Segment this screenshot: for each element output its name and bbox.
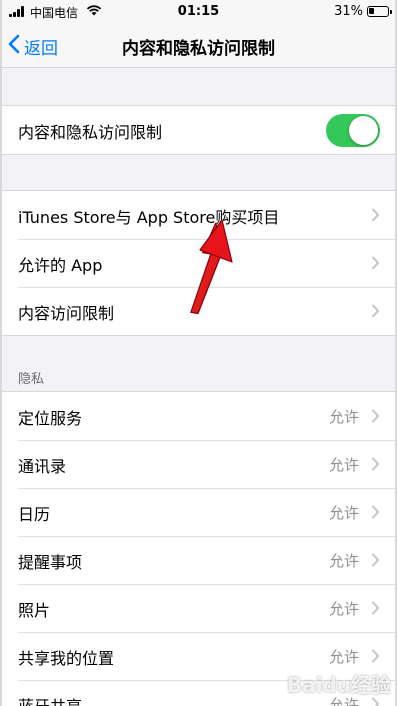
calendars-row[interactable]: 日历 允许 bbox=[0, 488, 397, 536]
chevron-right-icon bbox=[372, 457, 380, 471]
row-label: 定位服务 bbox=[18, 409, 83, 428]
chevron-right-icon bbox=[372, 208, 380, 222]
row-label: 提醒事项 bbox=[18, 553, 83, 572]
page-title: 内容和隐私访问限制 bbox=[122, 39, 275, 59]
chevron-right-icon bbox=[372, 649, 380, 663]
row-label: 日历 bbox=[18, 505, 51, 524]
row-value: 允许 bbox=[328, 456, 359, 474]
annotation-arrow-icon bbox=[190, 219, 233, 315]
contacts-row[interactable]: 通讯录 允许 bbox=[0, 440, 397, 488]
battery-icon bbox=[367, 6, 392, 17]
status-bar: 中国电信 01:15 31% bbox=[0, 0, 397, 24]
chevron-right-icon bbox=[372, 304, 380, 318]
photos-row[interactable]: 照片 允许 bbox=[0, 584, 397, 632]
chevron-right-icon bbox=[372, 409, 380, 423]
reminders-row[interactable]: 提醒事项 允许 bbox=[0, 536, 397, 584]
chevron-right-icon bbox=[372, 256, 380, 270]
row-value: 允许 bbox=[328, 504, 359, 522]
privacy-section-header: 隐私 bbox=[18, 372, 45, 387]
chevron-right-icon bbox=[372, 553, 380, 567]
row-label: 内容访问限制 bbox=[18, 304, 115, 323]
row-label: 通讯录 bbox=[18, 457, 67, 476]
row-value: 允许 bbox=[328, 408, 359, 426]
row-value: 允许 bbox=[328, 600, 359, 618]
row-label: 照片 bbox=[18, 601, 51, 620]
chevron-right-icon bbox=[372, 601, 380, 615]
row-label: 共享我的位置 bbox=[18, 649, 115, 668]
row-value: 允许 bbox=[328, 648, 359, 666]
restrictions-toggle-row: 内容和隐私访问限制 bbox=[0, 106, 397, 154]
chevron-right-icon bbox=[372, 505, 380, 519]
chevron-right-icon bbox=[372, 697, 380, 706]
battery-percentage: 31% bbox=[334, 4, 363, 19]
watermark-logo: Baidu经验 bbox=[286, 673, 391, 697]
restrictions-toggle-label: 内容和隐私访问限制 bbox=[18, 123, 163, 142]
restrictions-group: 内容和隐私访问限制 bbox=[0, 105, 397, 155]
toggle-knob bbox=[349, 116, 378, 145]
row-label: 允许的 App bbox=[18, 256, 103, 275]
row-value: 允许 bbox=[328, 552, 359, 570]
privacy-group: 定位服务 允许 通讯录 允许 日历 允许 提醒事项 允许 照片 允许 共享我的位… bbox=[0, 391, 397, 706]
restrictions-toggle-switch[interactable] bbox=[326, 114, 380, 147]
navigation-bar: 返回 内容和隐私访问限制 bbox=[0, 24, 397, 68]
location-services-row[interactable]: 定位服务 允许 bbox=[0, 392, 397, 440]
row-label: 蓝牙共享 bbox=[18, 693, 82, 706]
